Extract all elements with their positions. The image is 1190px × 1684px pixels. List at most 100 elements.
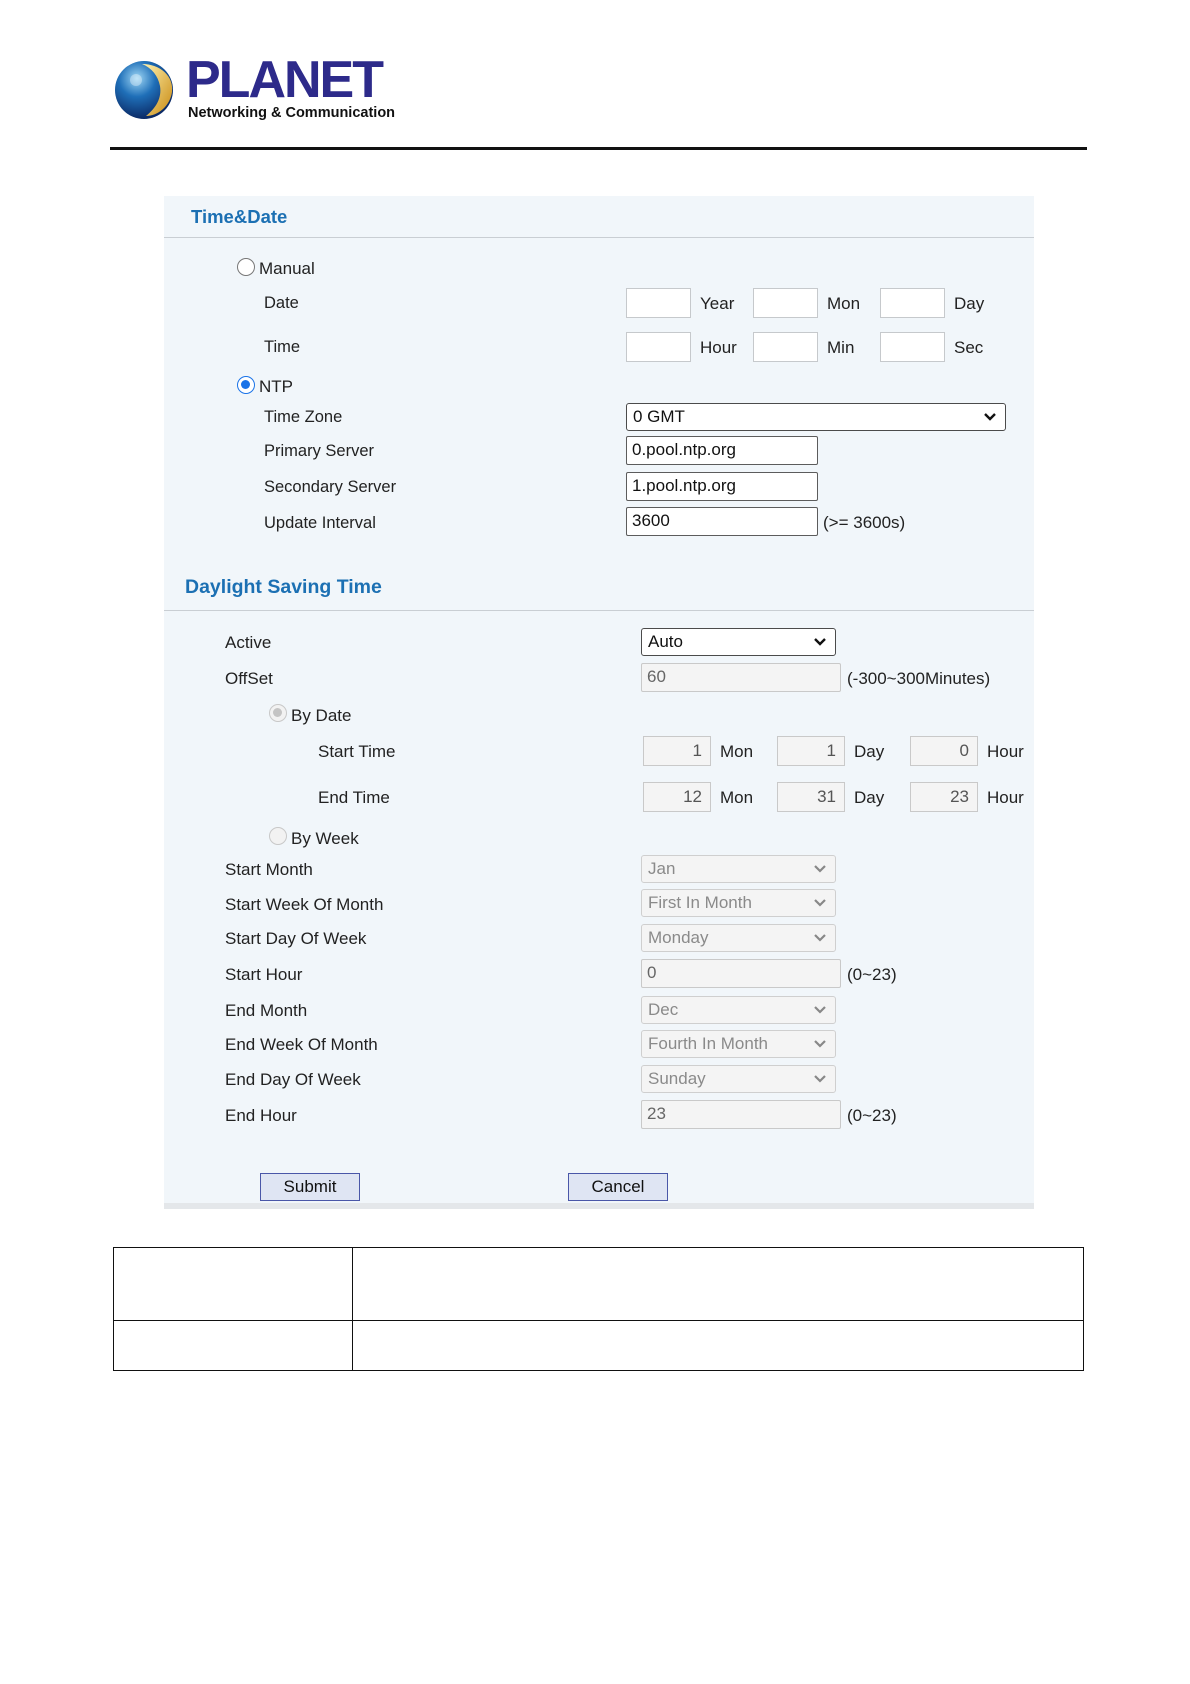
end-hour-input[interactable]: 23 [641,1100,841,1129]
start-hour-label: Start Hour [225,965,303,984]
offset-input[interactable]: 60 [641,663,841,692]
start-time-hour-input[interactable]: 0 [910,736,978,766]
end-time-label: End Time [318,788,390,807]
day-unit: Day [854,742,885,761]
ntp-radio[interactable] [237,376,255,394]
hour-unit: Hour [987,788,1024,807]
description-table [113,1247,1084,1371]
offset-label: OffSet [225,669,273,688]
end-week-of-month-select[interactable]: Fourth In Month [641,1030,836,1058]
time-sec-input[interactable] [880,332,945,362]
chevron-down-icon [814,638,826,646]
start-day-of-week-value: Monday [648,928,709,947]
start-day-of-week-label: Start Day Of Week [225,929,367,948]
ntp-label: NTP [259,377,293,396]
mon-unit: Mon [827,294,861,313]
mon-unit: Mon [720,788,754,807]
by-date-label: By Date [291,706,352,725]
time-hour-input[interactable] [626,332,691,362]
end-week-of-month-label: End Week Of Month [225,1035,378,1054]
end-day-of-week-label: End Day Of Week [225,1070,361,1089]
date-year-input[interactable] [626,288,691,318]
active-select[interactable]: Auto [641,628,836,656]
by-week-label: By Week [291,829,359,848]
end-month-value: Dec [648,1000,679,1019]
end-time-hour-input[interactable]: 23 [910,782,978,812]
start-time-mon-input[interactable]: 1 [643,736,711,766]
table-row [113,1320,1084,1371]
section-divider [164,237,1034,238]
table-row [113,1247,1084,1321]
table-cell [352,1247,1084,1321]
by-week-radio[interactable] [269,827,287,845]
sec-unit: Sec [954,338,984,357]
start-hour-hint: (0~23) [847,965,897,984]
time-zone-value: 0 GMT [633,407,685,426]
update-interval-input[interactable]: 3600 [626,507,818,536]
time-zone-select[interactable]: 0 GMT [626,403,1006,431]
chevron-down-icon [814,1040,826,1048]
by-date-radio[interactable] [269,704,287,722]
end-day-of-week-select[interactable]: Sunday [641,1065,836,1093]
start-day-of-week-select[interactable]: Monday [641,924,836,952]
secondary-server-input[interactable]: 1.pool.ntp.org [626,472,818,501]
start-week-of-month-label: Start Week Of Month [225,895,384,914]
table-cell [113,1320,353,1371]
start-week-of-month-value: First In Month [648,893,752,912]
planet-logo: PLANET Networking & Communication [112,52,395,124]
date-month-input[interactable] [753,288,818,318]
chevron-down-icon [814,1006,826,1014]
section-title-time-date: Time&Date [191,206,288,227]
offset-hint: (-300~300Minutes) [847,669,991,688]
header-divider [110,147,1087,150]
end-hour-label: End Hour [225,1106,297,1125]
section-divider [164,610,1034,611]
date-label: Date [264,294,299,312]
globe-logo-icon [115,61,173,119]
secondary-server-label: Secondary Server [264,478,397,496]
end-week-of-month-value: Fourth In Month [648,1034,769,1053]
time-zone-label: Time Zone [264,408,343,426]
time-min-input[interactable] [753,332,818,362]
end-month-select[interactable]: Dec [641,996,836,1024]
end-month-label: End Month [225,1001,308,1020]
end-time-mon-input[interactable]: 12 [643,782,711,812]
primary-server-label: Primary Server [264,442,375,460]
day-unit: Day [954,294,985,313]
active-label: Active [225,633,272,652]
mon-unit: Mon [720,742,754,761]
start-month-value: Jan [648,859,676,878]
start-month-select[interactable]: Jan [641,855,836,883]
table-cell [352,1320,1084,1371]
time-label: Time [264,338,301,356]
table-cell [113,1247,353,1321]
active-value: Auto [648,632,683,651]
date-day-input[interactable] [880,288,945,318]
update-interval-label: Update Interval [264,514,376,532]
start-hour-input[interactable]: 0 [641,959,841,988]
cancel-button[interactable]: Cancel [568,1173,668,1201]
start-month-label: Start Month [225,860,313,879]
chevron-down-icon [814,1075,826,1083]
end-time-day-input[interactable]: 31 [777,782,845,812]
update-interval-hint: (>= 3600s) [823,513,906,532]
start-time-day-input[interactable]: 1 [777,736,845,766]
panel-bottom-edge [164,1203,1034,1209]
chevron-down-icon [814,899,826,907]
start-week-of-month-select[interactable]: First In Month [641,889,836,917]
end-hour-hint: (0~23) [847,1106,897,1125]
end-day-of-week-value: Sunday [648,1069,706,1088]
submit-button[interactable]: Submit [260,1173,360,1201]
brand-name: PLANET [186,51,384,109]
min-unit: Min [827,338,855,357]
primary-server-input[interactable]: 0.pool.ntp.org [626,436,818,465]
day-unit: Day [854,788,885,807]
hour-unit: Hour [700,338,737,357]
hour-unit: Hour [987,742,1024,761]
chevron-down-icon [814,865,826,873]
start-time-label: Start Time [318,742,396,761]
chevron-down-icon [814,934,826,942]
manual-label: Manual [259,259,315,278]
manual-radio[interactable] [237,258,255,276]
year-unit: Year [700,294,735,313]
